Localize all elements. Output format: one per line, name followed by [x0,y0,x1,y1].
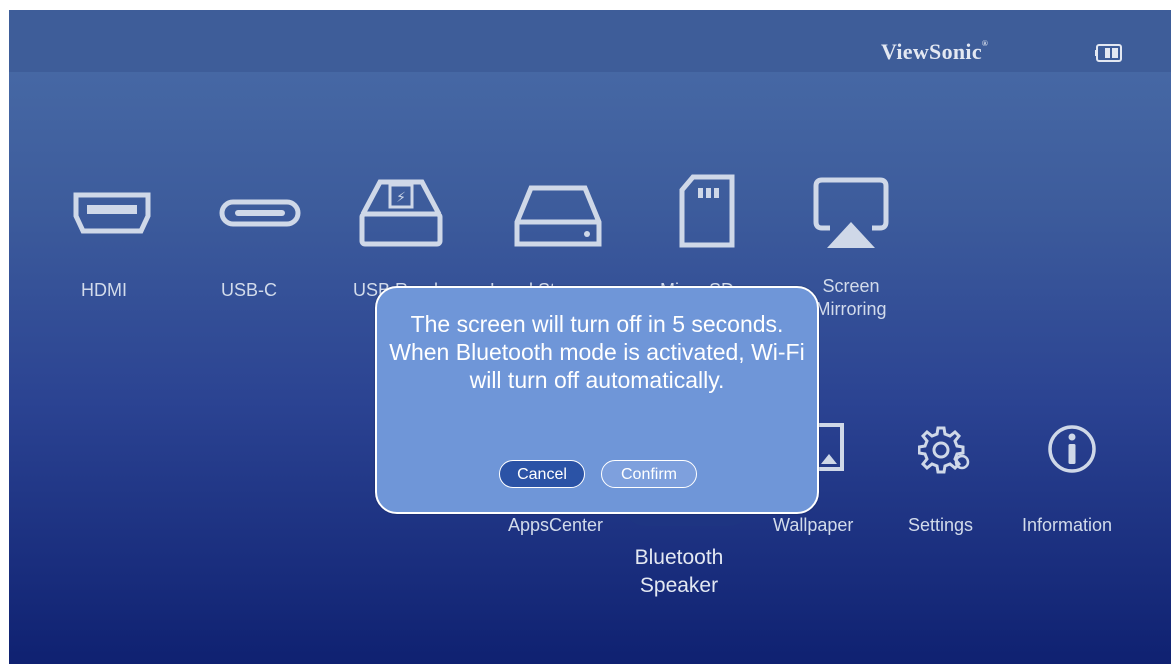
gear-icon [918,426,970,474]
hdmi-icon [73,192,151,234]
app-label: Settings [908,515,974,535]
wallpaper-icon [817,423,844,471]
app-label: Information [1022,515,1113,535]
screen-mirroring-icon [813,177,889,248]
app-label: Bluetooth Speaker [634,546,724,597]
app-label: Wallpaper [773,515,854,535]
source-label: HDMI [81,280,127,300]
micro-sd-icon [679,174,735,248]
usb-c-icon [219,199,301,227]
projector-home-screen: ViewSonic® HDMI USB-C ⚡ USB Reader [9,10,1171,664]
cancel-button[interactable]: Cancel [499,460,585,488]
top-bar: ViewSonic® [9,10,1171,72]
source-label: USB-C [221,280,278,300]
dialog-message: The screen will turn off in 5 seconds. W… [389,311,805,393]
local-storage-icon [514,185,602,247]
usb-reader-icon: ⚡ [359,179,443,247]
svg-text:⚡: ⚡ [396,190,406,206]
brand-logo: ViewSonic® [881,39,989,64]
battery-icon [1095,44,1122,62]
info-icon [1048,425,1096,473]
confirmation-dialog: The screen will turn off in 5 seconds. W… [375,286,819,514]
confirm-button[interactable]: Confirm [601,460,697,488]
app-label: AppsCenter [508,515,604,535]
